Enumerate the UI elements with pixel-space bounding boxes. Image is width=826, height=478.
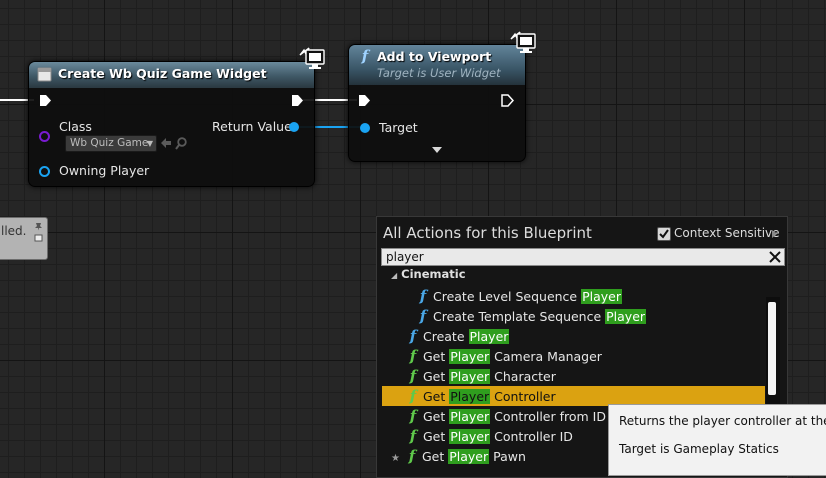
chevron-right-icon[interactable]: [771, 229, 778, 239]
scrollbar-thumb[interactable]: [768, 302, 776, 395]
action-item[interactable]: f Create Template Sequence Player: [377, 306, 761, 326]
target-label: Target: [379, 120, 418, 135]
client-monitor-icon: [510, 31, 536, 53]
class-label: Class: [59, 119, 92, 134]
client-monitor-icon: [299, 47, 325, 69]
create-widget-node[interactable]: Create Wb Quiz Game Widget Class Wb Quiz…: [28, 61, 315, 187]
create-widget-node-title: Create Wb Quiz Game Widget: [58, 66, 267, 81]
action-item[interactable]: f Create Level Sequence Player: [377, 286, 761, 306]
function-icon: f: [409, 327, 417, 345]
favorite-star-icon[interactable]: ★: [377, 453, 400, 464]
return-value-label: Return Value: [212, 119, 292, 134]
pin-icon[interactable]: [34, 222, 43, 231]
exec-in-pin[interactable]: [358, 94, 371, 107]
comment-node[interactable]: lled.: [0, 217, 48, 260]
class-pin[interactable]: [39, 131, 50, 142]
context-sensitive-checkbox[interactable]: [657, 227, 671, 241]
tooltip-target: Target is Gameplay Statics: [619, 442, 779, 456]
item-text: Get: [422, 429, 450, 444]
item-highlight: Player: [605, 309, 647, 324]
item-text: Get: [422, 389, 450, 404]
comment-bubble-icon[interactable]: [34, 234, 43, 243]
item-text: Controller ID: [490, 429, 573, 444]
owning-player-label: Owning Player: [59, 163, 150, 178]
add-to-viewport-title: Add to Viewport: [377, 49, 492, 64]
class-combo[interactable]: Wb Quiz Game ▼: [65, 135, 157, 152]
clear-search-icon[interactable]: [769, 251, 781, 263]
tooltip: Returns the player controller at the spe…: [608, 404, 826, 476]
item-text: Controller from ID: [490, 409, 606, 424]
item-text: Get: [422, 369, 450, 384]
pure-function-icon: f: [409, 387, 417, 405]
search-input-value: player: [386, 250, 424, 264]
search-input[interactable]: player: [381, 248, 785, 266]
return-value-pin[interactable]: [289, 122, 299, 132]
item-highlight: Player: [449, 429, 491, 444]
item-highlight: Player: [449, 349, 491, 364]
item-text: Camera Manager: [490, 349, 602, 364]
class-combo-value: Wb Quiz Game: [70, 137, 149, 149]
category-cinematic[interactable]: ◢ Cinematic: [391, 267, 466, 281]
checkmark-icon: [659, 229, 669, 239]
function-icon: f: [419, 287, 427, 305]
item-text: Create Template Sequence: [432, 309, 606, 324]
owning-player-pin[interactable]: [39, 166, 50, 177]
pure-function-icon: f: [409, 367, 417, 385]
item-highlight: Player: [581, 289, 622, 304]
item-highlight: Player: [468, 329, 510, 344]
collapse-triangle-icon: ◢: [391, 271, 398, 280]
action-item[interactable]: f Get Player Character: [377, 366, 761, 386]
add-to-viewport-node[interactable]: f Add to Viewport Target is User Widget …: [348, 44, 526, 162]
action-menu-title: All Actions for this Blueprint: [383, 224, 592, 242]
pure-function-icon: f: [409, 427, 417, 445]
item-highlight: Player: [449, 409, 491, 424]
action-item[interactable]: f Get Player Camera Manager: [377, 346, 761, 366]
exec-out-pin[interactable]: [291, 94, 304, 107]
pure-function-icon: f: [409, 407, 417, 425]
target-pin[interactable]: [360, 123, 370, 133]
pure-function-icon: f: [409, 347, 417, 365]
item-text: Get: [422, 349, 450, 364]
item-text: Create: [422, 329, 469, 344]
widget-icon: [37, 67, 52, 82]
context-sensitive-label: Context Sensitive: [674, 226, 780, 240]
exec-in-pin[interactable]: [39, 94, 52, 107]
comment-text: lled.: [1, 224, 27, 238]
action-item[interactable]: f Create Player: [377, 326, 761, 346]
add-to-viewport-subtitle: Target is User Widget: [377, 66, 501, 80]
item-highlight: Player: [449, 389, 491, 404]
chevron-down-icon: ▼: [146, 139, 153, 148]
pure-function-icon: f: [408, 447, 416, 465]
category-label: Cinematic: [401, 267, 466, 281]
tooltip-description: Returns the player controller at the spe: [619, 414, 826, 428]
item-text: Character: [490, 369, 556, 384]
function-icon: f: [419, 307, 427, 325]
browse-search-icon[interactable]: [175, 137, 188, 150]
item-text: Controller: [490, 389, 556, 404]
item-text: Create Level Sequence: [432, 289, 582, 304]
item-highlight: Player: [449, 369, 491, 384]
exec-out-pin[interactable]: [501, 94, 514, 107]
advanced-chevron-down-icon[interactable]: [431, 146, 443, 154]
item-text: Get: [422, 409, 450, 424]
use-selected-arrow-icon[interactable]: [160, 137, 172, 149]
function-icon: f: [361, 47, 369, 65]
action-item-selected[interactable]: f Get Player Controller: [382, 386, 765, 406]
